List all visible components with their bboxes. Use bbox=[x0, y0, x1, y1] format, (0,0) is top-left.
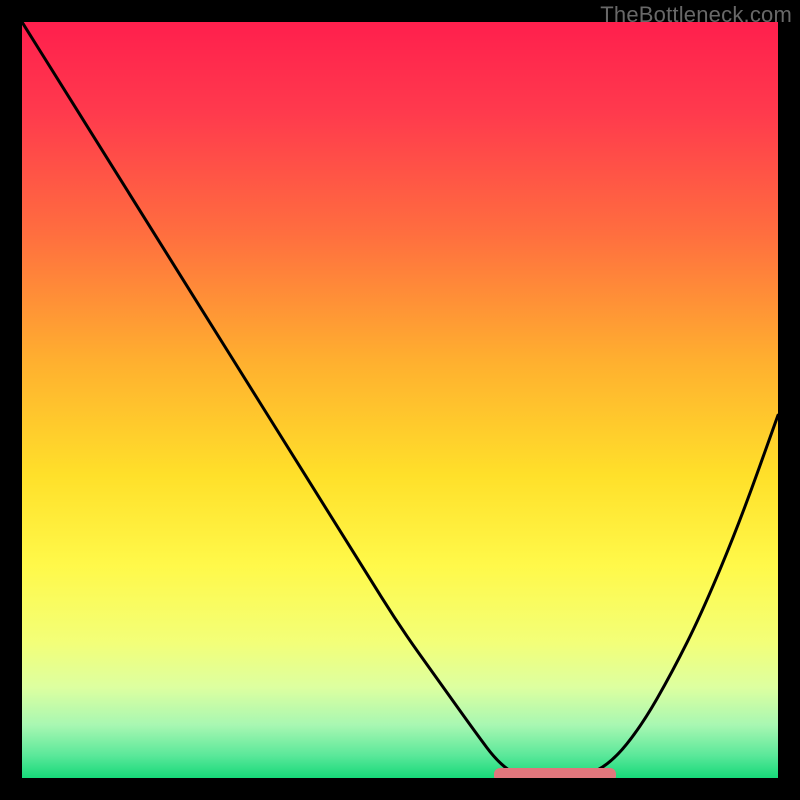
watermark-text: TheBottleneck.com bbox=[600, 2, 792, 28]
optimal-range-marker bbox=[494, 768, 615, 778]
background-gradient bbox=[22, 22, 778, 778]
chart-frame: TheBottleneck.com bbox=[0, 0, 800, 800]
plot-area bbox=[22, 22, 778, 778]
